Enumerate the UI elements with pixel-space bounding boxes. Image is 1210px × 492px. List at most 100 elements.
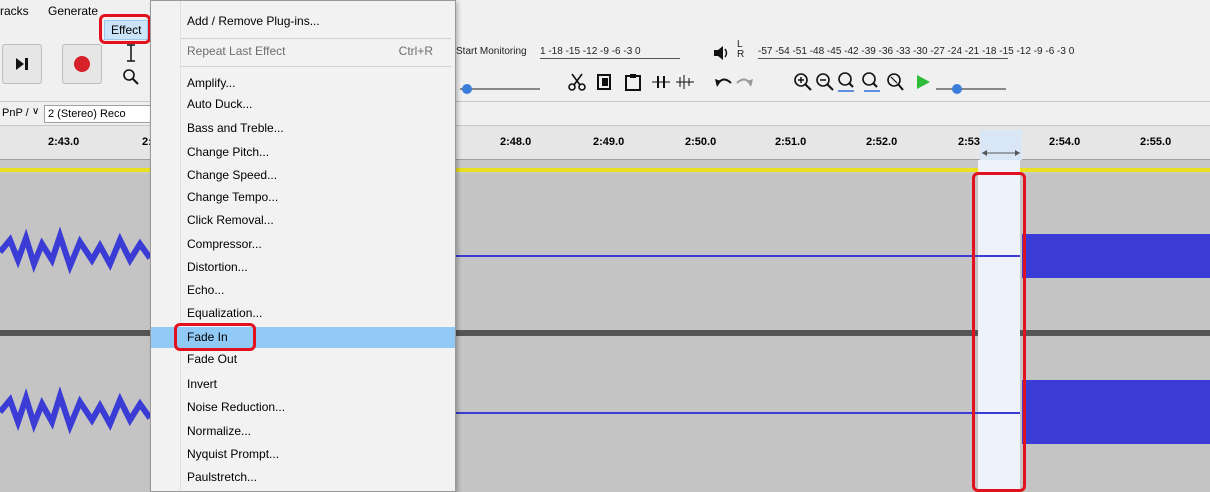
menu-item-shortcut: Ctrl+R	[398, 44, 433, 58]
record-meter-label[interactable]: Start Monitoring	[456, 46, 527, 57]
play-speed-slider[interactable]	[936, 88, 1006, 90]
playback-meter-bar[interactable]	[758, 58, 1008, 59]
menu-item-label: Equalization...	[187, 306, 263, 320]
undo-button[interactable]	[712, 71, 734, 93]
menu-item-label: Normalize...	[187, 424, 252, 438]
zoom-out-button[interactable]	[814, 71, 836, 93]
ruler-label: 2:55.0	[1140, 136, 1172, 148]
skip-end-button[interactable]	[2, 44, 42, 84]
play-speed-thumb[interactable]	[952, 84, 962, 94]
recording-volume-thumb[interactable]	[462, 84, 472, 94]
record-meter-scale: 1 -18 -15 -12 -9 -6 -3 0	[540, 46, 641, 57]
menu-divider	[181, 66, 451, 67]
menu-item-label: Repeat Last Effect	[187, 44, 286, 58]
menu-item-label: Paulstretch...	[187, 470, 258, 484]
zoom-in-button[interactable]	[792, 71, 814, 93]
ibeam-tool-icon	[127, 44, 135, 62]
menu-item-label: Add / Remove Plug-ins...	[187, 14, 320, 28]
menu-item-auto-duck[interactable]: Auto Duck...	[151, 94, 455, 115]
menu-item-change-pitch[interactable]: Change Pitch...	[151, 142, 455, 163]
zoom-toggle-button[interactable]	[884, 71, 906, 93]
menu-item-invert[interactable]: Invert	[151, 374, 455, 395]
menu-item-label: Nyquist Prompt...	[187, 447, 280, 461]
zoom-out-icon	[816, 73, 834, 91]
record-icon	[74, 56, 90, 72]
recording-channels-select[interactable]: 2 (Stereo) Reco	[44, 105, 152, 123]
menu-item-label: Distortion...	[187, 260, 248, 274]
menu-item-repeat-last-effect[interactable]: Repeat Last Effect Ctrl+R	[151, 41, 455, 62]
effect-menu-annotation	[99, 14, 151, 44]
trim-icon	[652, 76, 670, 88]
menu-divider	[181, 38, 451, 39]
redo-button[interactable]	[734, 71, 756, 93]
menu-item-noise-reduction[interactable]: Noise Reduction...	[151, 397, 455, 418]
menu-item-distortion[interactable]: Distortion...	[151, 257, 455, 278]
recording-volume-slider[interactable]	[460, 88, 540, 90]
zoom-toggle-icon	[887, 73, 904, 91]
fit-project-icon	[862, 72, 880, 92]
copy-button[interactable]	[594, 71, 616, 93]
cut-button[interactable]	[566, 71, 588, 93]
fade-in-annotation	[174, 323, 256, 351]
menu-item-label: Change Pitch...	[187, 145, 270, 159]
speaker-icon	[714, 46, 728, 60]
menu-item-label: Amplify...	[187, 76, 236, 90]
redo-icon	[736, 78, 753, 87]
zoom-in-icon	[794, 73, 812, 91]
menu-item-nyquist-prompt[interactable]: Nyquist Prompt...	[151, 444, 455, 465]
record-meter-bar[interactable]	[540, 58, 680, 59]
paste-icon	[625, 74, 641, 91]
menu-item-label: Auto Duck...	[187, 97, 253, 111]
menu-item-equalization[interactable]: Equalization...	[151, 303, 455, 324]
fit-selection-icon	[838, 72, 854, 92]
menu-item-label: Invert	[187, 377, 218, 391]
menu-item-echo[interactable]: Echo...	[151, 280, 455, 301]
playback-meter-scale: -57 -54 -51 -48 -45 -42 -39 -36 -33 -30 …	[758, 46, 1075, 57]
fit-selection-button[interactable]	[836, 71, 858, 93]
ruler-label: 2:48.0	[500, 136, 532, 148]
audio-host-label[interactable]: PnP /	[2, 107, 29, 119]
fit-project-button[interactable]	[860, 71, 882, 93]
ruler-label: 2:54.0	[1049, 136, 1081, 148]
menu-item-label: Compressor...	[187, 237, 262, 251]
menu-item-paulstretch[interactable]: Paulstretch...	[151, 467, 455, 488]
silence-button[interactable]	[674, 71, 696, 93]
playback-lr-label: L R	[737, 39, 745, 60]
menu-item-compressor[interactable]: Compressor...	[151, 234, 455, 255]
record-button[interactable]	[62, 44, 102, 84]
menu-item-add-remove-plugins[interactable]: Add / Remove Plug-ins...	[151, 11, 455, 32]
menu-item-fade-out[interactable]: Fade Out	[151, 349, 455, 370]
zoom-tool-icon	[123, 69, 139, 85]
menu-item-normalize[interactable]: Normalize...	[151, 421, 455, 442]
menu-generate[interactable]: Generate	[48, 3, 98, 19]
copy-icon	[597, 74, 611, 90]
cut-icon	[568, 73, 586, 91]
ruler-label: 2:52.0	[866, 136, 898, 148]
skip-end-icon	[16, 58, 28, 70]
menu-item-change-speed[interactable]: Change Speed...	[151, 165, 455, 186]
menu-item-label: Bass and Treble...	[187, 121, 284, 135]
play-at-speed-button[interactable]	[912, 71, 934, 93]
paste-button[interactable]	[622, 71, 644, 93]
selection-tool-button[interactable]	[120, 42, 142, 64]
ruler-label: 2:51.0	[775, 136, 807, 148]
ruler-label: 2:49.0	[593, 136, 625, 148]
menu-item-bass-treble[interactable]: Bass and Treble...	[151, 118, 455, 139]
menu-item-label: Change Speed...	[187, 168, 278, 182]
menu-item-click-removal[interactable]: Click Removal...	[151, 210, 455, 231]
menu-item-label: Fade Out	[187, 352, 238, 366]
selection-annotation	[972, 172, 1026, 492]
zoom-tool-button[interactable]	[120, 66, 142, 88]
menu-item-amplify[interactable]: Amplify...	[151, 73, 455, 94]
menu-tracks[interactable]: racks	[0, 3, 29, 19]
chevron-down-icon[interactable]: ∨	[32, 106, 39, 117]
menu-item-label: Noise Reduction...	[187, 400, 286, 414]
ruler-label: 2:43.0	[48, 136, 80, 148]
play-icon	[917, 75, 930, 89]
speaker-button[interactable]	[711, 42, 733, 64]
trim-button[interactable]	[650, 71, 672, 93]
menu-item-change-tempo[interactable]: Change Tempo...	[151, 187, 455, 208]
ruler-label: 2:50.0	[685, 136, 717, 148]
undo-icon	[715, 78, 732, 87]
menu-item-label: Change Tempo...	[187, 190, 279, 204]
